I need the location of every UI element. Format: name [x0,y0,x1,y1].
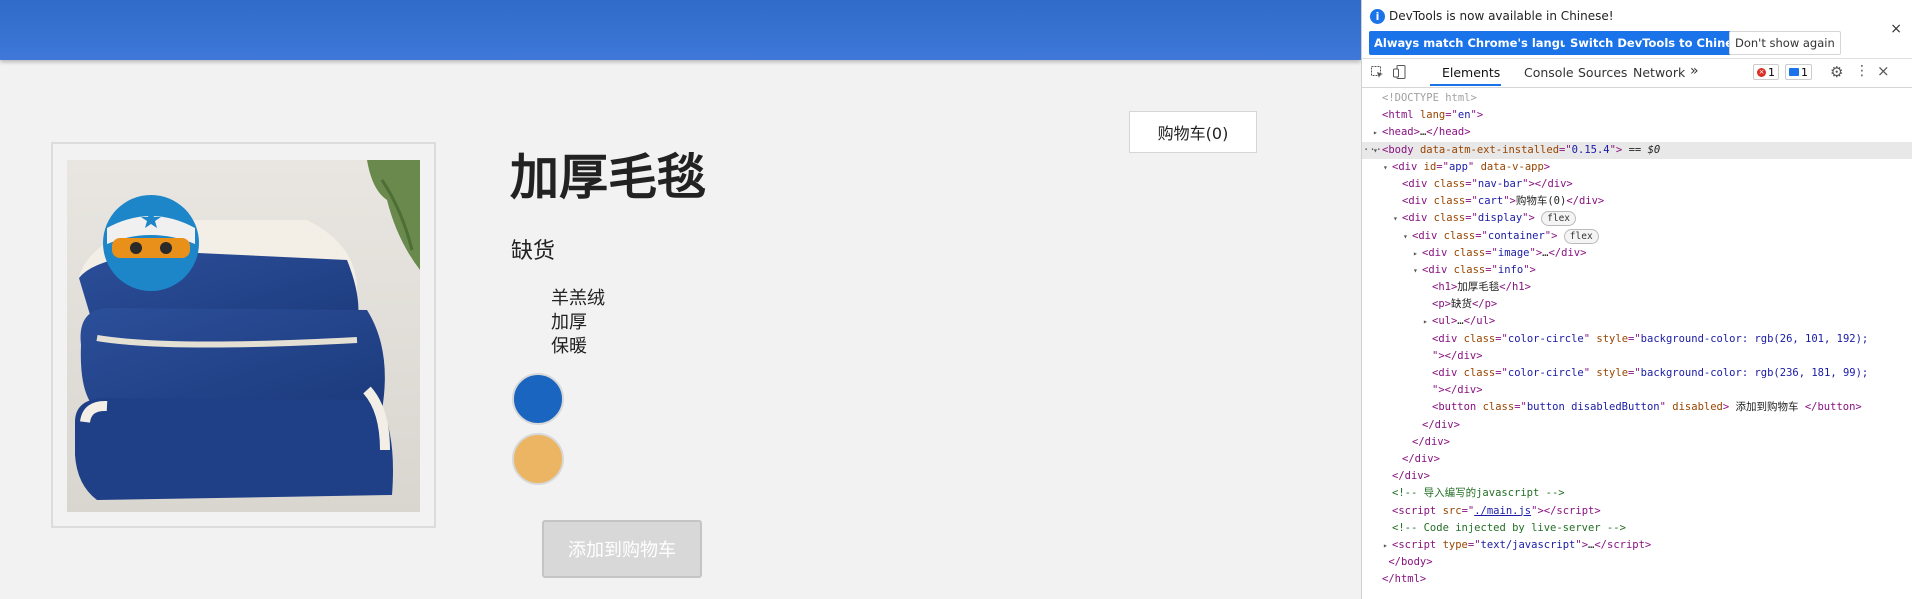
product-image [67,160,420,512]
dom-node-line[interactable]: <div class="nav-bar"></div> [1362,176,1912,193]
error-count-badge[interactable]: × 1 [1753,64,1779,80]
dom-node-line[interactable]: <div class="color-circle" style="backgro… [1362,331,1912,348]
color-swatch-orange[interactable] [512,433,564,485]
nav-bar [0,0,1361,60]
expand-triangle-icon: ▾ [1393,214,1398,224]
dom-node-line[interactable]: ▾ <div class="display"> flex [1362,210,1912,227]
list-item: 羊羔绒 [551,288,605,309]
more-tabs-icon[interactable]: » [1690,63,1699,79]
list-item: 保暖 [551,336,587,357]
tab-console[interactable]: Console [1524,65,1574,80]
devtools-toolbar: Elements Console Sources Network » × 1 1… [1362,59,1912,88]
dom-node-line[interactable]: ▸ <ul>…</ul> [1362,313,1912,330]
dom-node-line[interactable]: ▾ <div class="container"> flex [1362,228,1912,245]
dom-node-line[interactable]: <!DOCTYPE html> [1362,90,1912,107]
dom-node-line[interactable]: </div> [1362,434,1912,451]
dom-node-line[interactable]: <div class="color-circle" style="backgro… [1362,365,1912,382]
dont-show-again-button[interactable]: Don't show again [1729,31,1841,55]
dom-tree: <!DOCTYPE html> <html lang="en"> ▸ <head>…<… [1362,90,1912,588]
dom-node-line[interactable]: ▾ <div id="app" data-v-app> [1362,159,1912,176]
dom-node-line[interactable]: </body> [1362,554,1912,571]
dom-node-line[interactable]: </div> [1362,468,1912,485]
dom-node-line[interactable]: ▸ <script type="text/javascript">…</scrip… [1362,537,1912,554]
settings-gear-icon[interactable]: ⚙ [1830,63,1843,81]
expand-triangle-icon: ▾ [1403,231,1408,241]
expand-triangle-icon: ▾ [1413,265,1418,275]
message-icon [1789,68,1799,76]
dom-node-line[interactable]: ▾ <div class="info"> [1362,262,1912,279]
inspect-element-icon[interactable] [1370,65,1385,80]
device-toolbar-icon[interactable] [1392,64,1407,80]
dom-node-line[interactable]: <div class="cart">购物车(0)</div> [1362,193,1912,210]
cart-button[interactable]: 购物车(0) [1129,111,1257,153]
close-icon[interactable]: × [1890,21,1902,37]
list-item: 加厚 [551,312,587,333]
dom-node-line[interactable]: </html> [1362,571,1912,588]
dom-node-line[interactable]: ▸ <div class="image">…</div> [1362,245,1912,262]
dom-node-line[interactable]: <!-- 导入编写的javascript --> [1362,485,1912,502]
color-swatch-blue[interactable] [512,373,564,425]
dom-node-line[interactable]: </div> [1362,451,1912,468]
dom-node-line[interactable]: <html lang="en"> [1362,107,1912,124]
error-count: 1 [1768,65,1775,79]
message-count-badge[interactable]: 1 [1785,64,1812,80]
dom-node-line[interactable]: "></div> [1362,382,1912,399]
expand-triangle-icon: ▾ [1383,162,1388,172]
error-icon: × [1757,67,1766,77]
ninja-mascot-icon [103,195,199,291]
always-match-language-button[interactable]: Always match Chrome's language [1369,31,1597,55]
app-page: 购物车(0) 加厚毛毯 缺货 羊羔绒 加厚 保暖 添加到购物车 [0,0,1361,599]
dom-node-line[interactable]: ··· ▾ <body data-atm-ext-installed="0.15.4… [1362,141,1912,159]
expand-triangle-icon: ▸ [1373,128,1378,138]
product-title: 加厚毛毯 [510,149,707,206]
expand-triangle-icon: ▸ [1383,540,1388,550]
language-notice-bar: i DevTools is now available in Chinese! … [1362,0,1912,59]
dom-node-line[interactable]: ▸ <head>…</head> [1362,124,1912,141]
devtools-panel: i DevTools is now available in Chinese! … [1361,0,1912,599]
message-count: 1 [1801,65,1808,79]
switch-to-chinese-button[interactable]: Switch DevTools to Chinese [1565,31,1753,55]
expand-triangle-icon: ▸ [1413,248,1418,258]
expand-triangle-icon: ▸ [1423,317,1428,327]
dom-node-line[interactable]: <button class="button disabledButton" di… [1362,399,1912,416]
tab-elements[interactable]: Elements [1442,65,1500,80]
notice-text: DevTools is now available in Chinese! [1389,9,1614,23]
dom-node-line[interactable]: <!-- Code injected by live-server --> [1362,520,1912,537]
feature-list: 羊羔绒 加厚 保暖 [551,287,605,359]
tab-sources[interactable]: Sources [1578,65,1627,80]
dom-node-line[interactable]: "></div> [1362,348,1912,365]
dom-node-line[interactable]: </div> [1362,417,1912,434]
more-options-icon[interactable]: ⋮ [1855,63,1869,79]
close-devtools-icon[interactable]: × [1877,62,1890,80]
stock-status: 缺货 [511,239,556,264]
add-to-cart-button[interactable]: 添加到购物车 [542,520,702,578]
dom-node-line[interactable]: <h1>加厚毛毯</h1> [1362,279,1912,296]
tab-network[interactable]: Network [1633,65,1685,80]
info-icon: i [1370,9,1385,24]
dom-node-line[interactable]: <p>缺货</p> [1362,296,1912,313]
dom-node-line[interactable]: <script src="./main.js"></script> [1362,503,1912,520]
expand-triangle-icon: ▾ [1373,145,1378,155]
active-tab-indicator [1430,84,1501,86]
